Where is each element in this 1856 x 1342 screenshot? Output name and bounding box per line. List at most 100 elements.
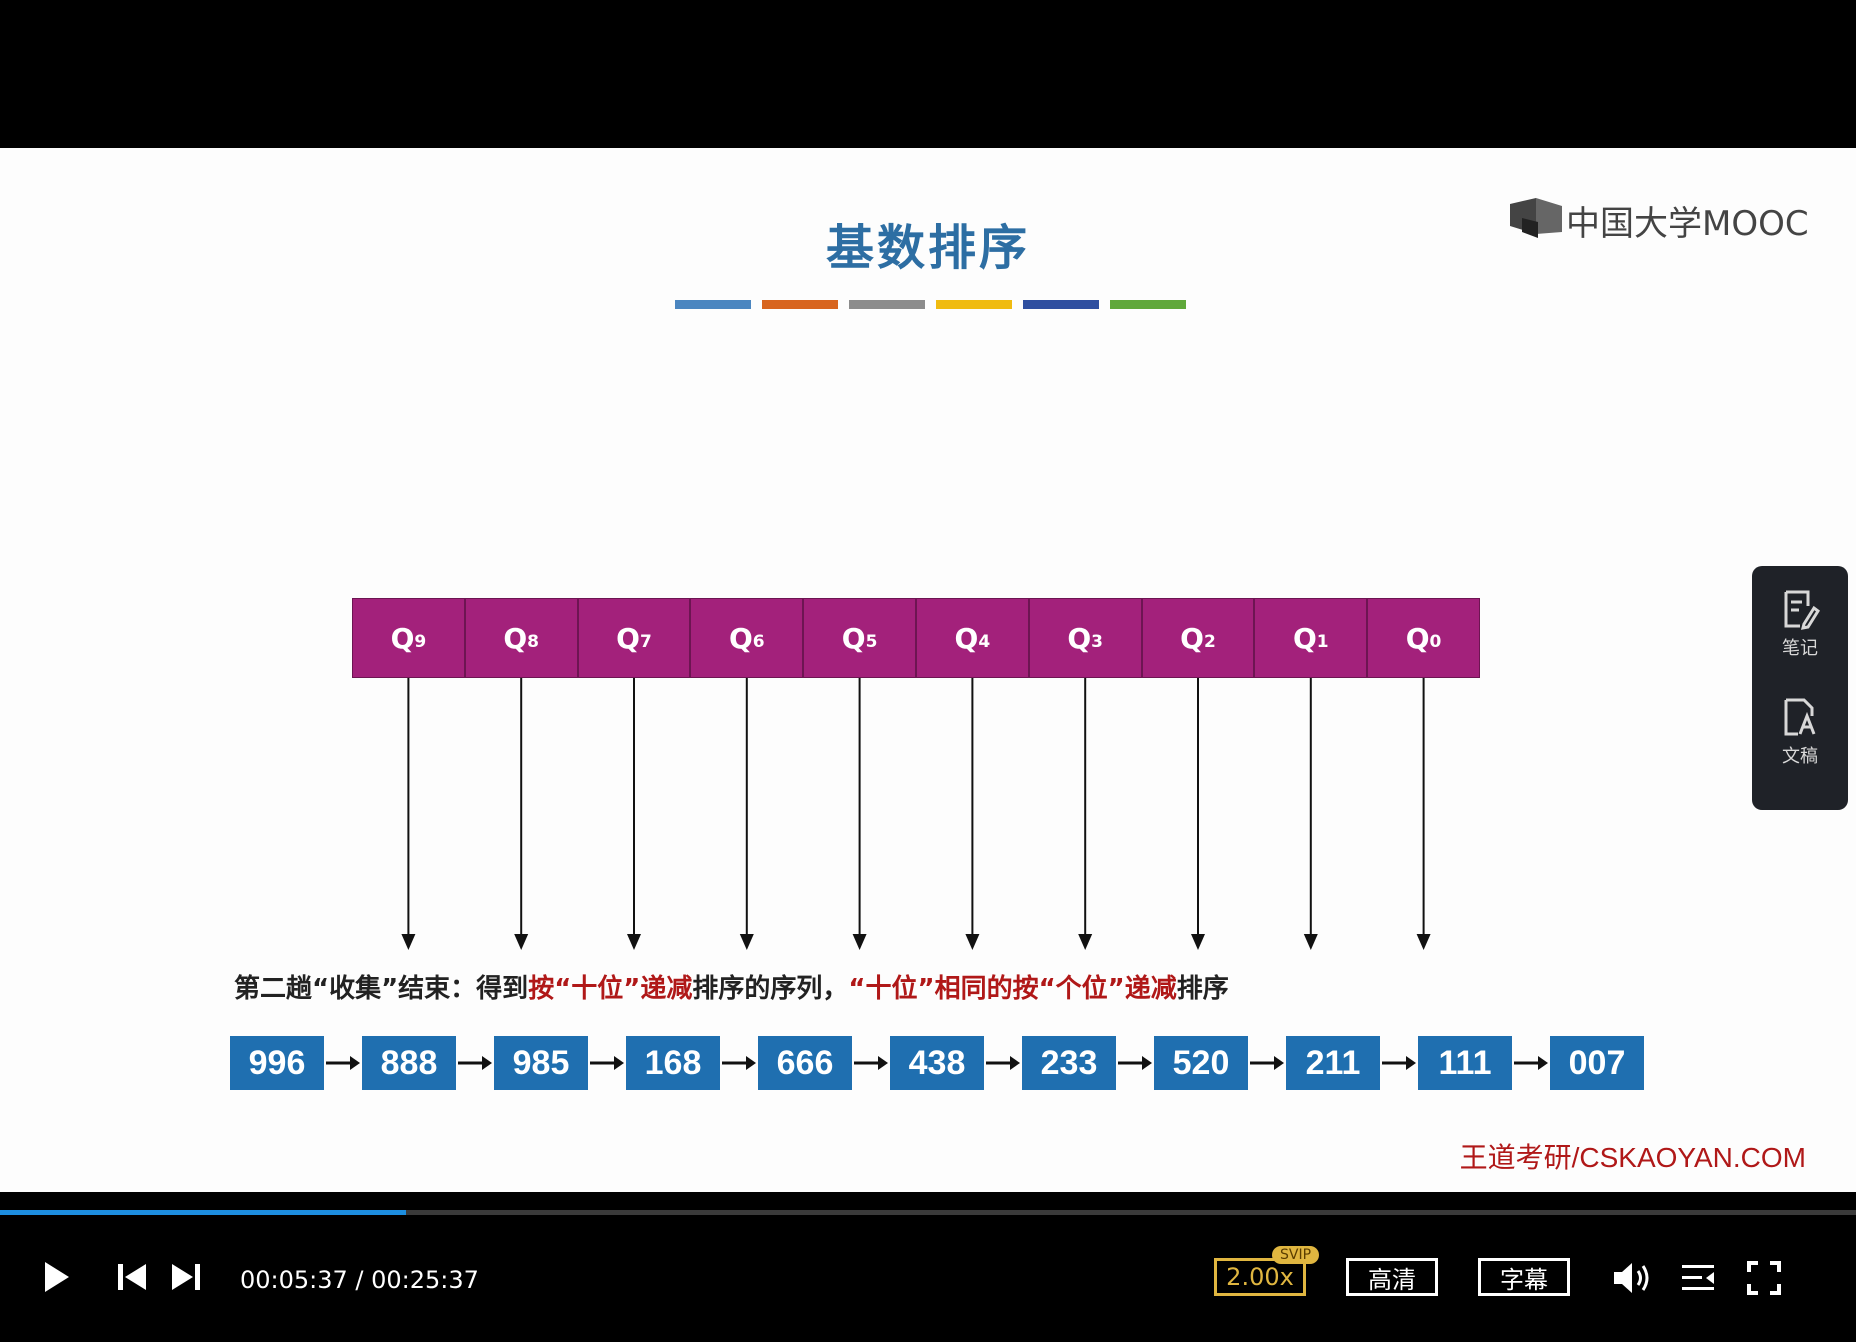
sequence-number: 438 [890,1036,984,1090]
previous-icon[interactable] [116,1262,148,1292]
color-bar-segment [1110,300,1186,309]
progress-bar[interactable] [0,1210,1856,1215]
current-time: 00:05:37 [240,1266,348,1294]
subtitle-button[interactable]: 字幕 [1478,1258,1570,1296]
mooc-logo-icon [1510,198,1562,238]
sequence-arrow-icon [1118,1056,1152,1070]
caption-part-5: 排序 [1176,974,1229,1004]
caption-highlight-1: 按“十位”递减 [528,974,693,1004]
time-readout: 00:05:37 / 00:25:37 [240,1266,479,1294]
queue-label: Q [841,621,866,655]
queue-label: Q [503,621,528,655]
queue-arrow-head [514,934,529,950]
sequence-arrow-icon [1250,1056,1284,1070]
queue-cell: Q1 [1254,598,1368,678]
queue-subscript: 6 [752,632,765,652]
sequence-number: 520 [1154,1036,1248,1090]
queue-label: Q [1292,621,1317,655]
volume-icon[interactable] [1612,1260,1654,1296]
sequence-arrow-icon [986,1056,1020,1070]
queue-label: Q [954,621,979,655]
sequence-number: 168 [626,1036,720,1090]
transcript-label: 文稿 [1782,746,1818,767]
slide-canvas: 基数排序 中国大学MOOC Q9Q8Q7Q6Q5Q4Q3Q2Q1Q0 第二趟“收… [0,148,1856,1192]
queue-label: Q [1067,621,1092,655]
queue-subscript: 3 [1091,632,1103,652]
sequence-number: 211 [1286,1036,1380,1090]
next-icon[interactable] [170,1262,202,1292]
queue-subscript: 0 [1429,632,1442,652]
total-time: 00:25:37 [371,1266,479,1294]
queue-cell: Q7 [577,598,691,678]
progress-fill [0,1210,407,1215]
queue-cell: Q2 [1141,598,1255,678]
queue-arrow-head [1303,934,1318,950]
sequence-number: 996 [230,1036,324,1090]
queue-label: Q [390,621,415,655]
queue-arrow-head [1416,934,1431,950]
caption-highlight-2: “十位”相同的按“个位”递减 [848,974,1177,1004]
notes-button[interactable]: 笔记 [1752,576,1848,680]
queue-cell: Q9 [352,598,465,678]
queue-cell: Q5 [803,598,916,678]
queue-arrow-head [1191,934,1205,950]
queue-label: Q [1180,621,1204,655]
sequence-arrow-icon [1382,1056,1416,1070]
queue-arrow-head [852,934,867,950]
collect-caption: 第二趟“收集”结束：得到按“十位”递减排序的序列，“十位”相同的按“个位”递减排… [234,968,1229,1005]
watermark: 王道考研/CSKAOYAN.COM [1459,1142,1806,1173]
sequence-number: 985 [494,1036,588,1090]
sequence-number: 233 [1022,1036,1116,1090]
queue-arrow-head [1078,934,1093,950]
side-panel: 笔记 文稿 [1752,566,1848,810]
fullscreen-icon[interactable] [1746,1260,1782,1296]
queue-label: Q [616,621,640,655]
sequence-arrow-icon [590,1056,624,1070]
notes-icon [1784,590,1820,630]
queue-cell: Q6 [690,598,804,678]
caption-part-1: 第二趟“收集”结束：得到 [234,974,529,1004]
sequence-arrow-icon [458,1056,492,1070]
queue-label: Q [728,621,753,655]
sequence-arrow-icon [722,1056,756,1070]
queue-arrow-head [965,934,980,950]
queue-arrow-head [739,934,754,950]
quality-button[interactable]: 高清 [1346,1258,1438,1296]
sequence-arrow-icon [854,1056,888,1070]
queue-cell: Q4 [915,598,1029,678]
queue-cell: Q3 [1028,598,1142,678]
play-icon[interactable] [42,1260,72,1294]
player-controls: 00:05:37 / 00:25:37 2.00x SVIP 高清 字幕 [0,1192,1856,1342]
sequence-number: 007 [1550,1036,1644,1090]
svip-badge: SVIP [1272,1246,1320,1264]
queue-label: Q [1405,621,1430,655]
sequence-number: 666 [758,1036,852,1090]
color-bar-segment [1023,300,1099,309]
color-bar-segment [675,300,751,309]
queue-subscript: 5 [865,632,878,652]
caption-part-3: 排序的序列， [692,974,849,1004]
sequence-arrow-icon [326,1056,360,1070]
queue-row: Q9Q8Q7Q6Q5Q4Q3Q2Q1Q0 [352,598,1480,678]
queue-cell: Q0 [1367,598,1480,678]
sequence-number: 888 [362,1036,456,1090]
queue-subscript: 4 [978,632,991,652]
queue-arrow-head [627,934,641,950]
queue-subscript: 8 [527,632,540,652]
transcript-button[interactable]: 文稿 [1752,684,1848,788]
color-bar-segment [936,300,1012,309]
sequence-number: 111 [1418,1036,1512,1090]
playlist-icon[interactable] [1680,1262,1716,1294]
mooc-logo-text: 中国大学MOOC [1566,204,1809,244]
notes-label: 笔记 [1782,638,1818,659]
queue-subscript: 7 [639,632,652,652]
sequence-arrow-icon [1514,1056,1548,1070]
color-bar-segment [762,300,838,309]
queue-subscript: 2 [1203,632,1216,652]
color-bar-segment [849,300,925,309]
queue-subscript: 9 [414,632,427,652]
queue-arrow-head [401,934,416,950]
queue-cell: Q8 [464,598,578,678]
queue-subscript: 1 [1316,632,1329,652]
transcript-icon [1784,698,1816,736]
